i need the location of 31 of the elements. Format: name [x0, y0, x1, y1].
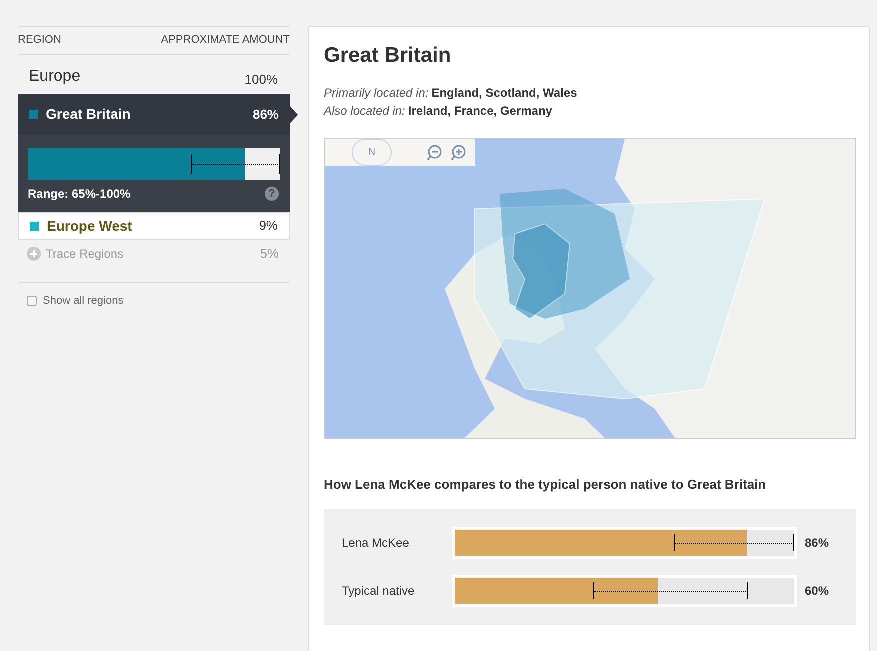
- region-row[interactable]: Great Britain 86%: [18, 94, 290, 135]
- compass[interactable]: N: [352, 139, 392, 166]
- location-list: Ireland, France, Germany: [408, 102, 552, 120]
- region-name: Great Britain: [46, 105, 131, 124]
- region-amount: 100%: [244, 70, 279, 88]
- region-name: Europe West: [47, 216, 132, 236]
- plus-icon: [27, 247, 41, 261]
- column-header: APPROXIMATE AMOUNT: [161, 33, 290, 48]
- detail-title: Great Britain: [324, 43, 452, 69]
- comparison-value: 60%: [805, 582, 830, 600]
- help-icon[interactable]: ?: [265, 187, 279, 201]
- comparison-heading: How Lena McKee compares to the typical person native to Great Britain: [324, 476, 768, 494]
- comparison-value: 86%: [805, 534, 830, 552]
- location-label: Primarily located in:: [324, 85, 429, 102]
- comparison-label: Lena McKee: [342, 534, 410, 552]
- range-text: Range: 65%-100%: [28, 186, 131, 203]
- region-group-name: Europe: [29, 67, 81, 87]
- region-amount: 9%: [259, 217, 278, 236]
- region-amount: 5%: [260, 245, 280, 264]
- trace-regions-toggle[interactable]: Trace Regions: [27, 245, 124, 263]
- checkbox-label: Show all regions: [43, 294, 124, 309]
- checkbox[interactable]: [27, 296, 37, 306]
- region-amount: 86%: [252, 106, 279, 124]
- column-header: REGION: [18, 33, 62, 48]
- pointer-arrow: [290, 106, 298, 124]
- zoom-in-icon[interactable]: [451, 144, 467, 160]
- region-row[interactable]: Europe West 9%: [18, 212, 290, 240]
- zoom-out-icon[interactable]: [427, 144, 443, 160]
- location-list: England, Scotland, Wales: [432, 84, 578, 102]
- comparison-label: Typical native: [342, 582, 416, 600]
- location-label: Also located in:: [324, 103, 406, 120]
